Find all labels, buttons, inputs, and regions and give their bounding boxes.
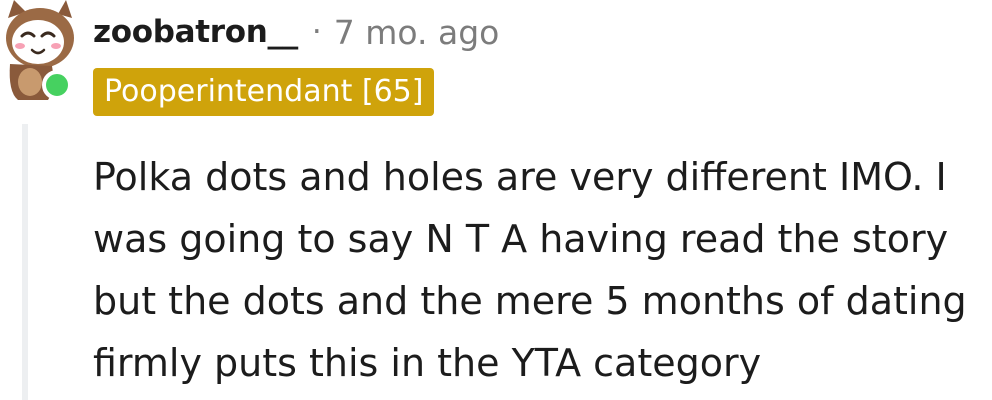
user-flair: Pooperintendant [65] (93, 68, 435, 116)
comment-timestamp[interactable]: 7 mo. ago (334, 13, 500, 52)
comment-meta: zoobatron__ · 7 mo. ago (93, 6, 499, 58)
online-status-icon (42, 70, 72, 100)
comment-body: Polka dots and holes are very different … (93, 155, 967, 385)
avatar[interactable] (0, 0, 78, 104)
meta-separator: · (311, 14, 322, 50)
thread-line[interactable] (22, 124, 28, 400)
username-link[interactable]: zoobatron__ (93, 14, 298, 50)
